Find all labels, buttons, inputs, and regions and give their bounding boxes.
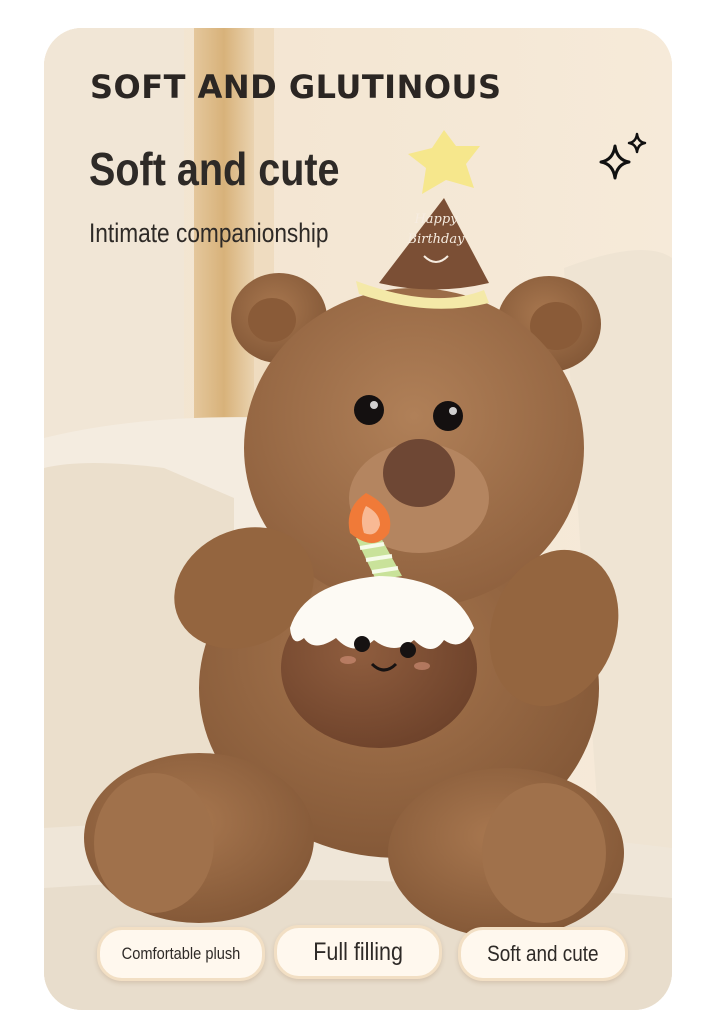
subtitle: Soft and cute [89,143,340,195]
bear-eye-left [354,395,384,425]
svg-text:Birthday: Birthday [407,232,466,247]
bear-eye-right [433,401,463,431]
sparkle-icon [599,132,647,180]
svg-text:Happy: Happy [413,212,458,227]
product-card: Happy Birthday SOFT AND GLUTINOUS Soft a… [44,28,672,1010]
headline: SOFT AND GLUTINOUS [90,68,502,106]
bear-nose [383,439,455,507]
cake-plush [281,576,477,748]
tagline: Intimate companionship [89,218,329,248]
